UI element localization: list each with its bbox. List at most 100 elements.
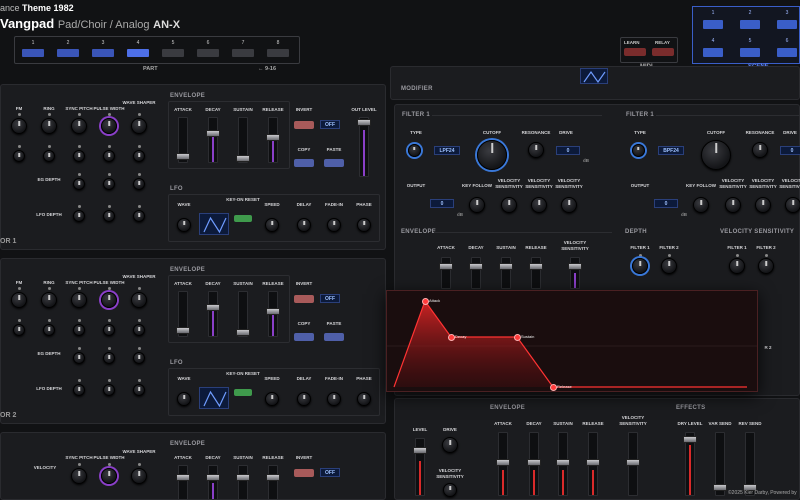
op2-ring-knob[interactable] <box>41 292 57 308</box>
env-point-decay[interactable] <box>447 333 455 341</box>
slider-handle[interactable] <box>176 153 190 161</box>
amp-env-slider-1[interactable] <box>527 432 541 496</box>
filter-env-slider-0[interactable] <box>439 257 453 289</box>
filter-env-slider-4[interactable] <box>568 257 582 289</box>
slider-handle[interactable] <box>529 263 543 270</box>
scene-button-2[interactable] <box>740 20 760 29</box>
op1-decay-slider[interactable] <box>206 117 220 163</box>
op2-lfo-delay-knob[interactable] <box>297 392 311 406</box>
slider-handle[interactable] <box>236 329 250 337</box>
depth-knob-0[interactable] <box>632 258 648 274</box>
op2-eg-knob[interactable] <box>73 324 85 336</box>
filter1-key-follow-knob[interactable] <box>469 197 485 213</box>
env-point-sustain[interactable] <box>513 333 521 341</box>
op2-lfo-speed-knob[interactable] <box>265 392 279 406</box>
filter1-resonance-knob[interactable] <box>528 142 544 158</box>
op1-lfo-depth-knob-3[interactable] <box>133 210 145 222</box>
part-button-5[interactable] <box>162 49 184 57</box>
modifier-wave-display[interactable] <box>580 68 608 84</box>
part-button-8[interactable] <box>267 49 289 57</box>
slider-handle[interactable] <box>266 133 280 141</box>
op1-invert-value[interactable]: OFF <box>320 120 340 129</box>
scene-button-5[interactable] <box>740 48 760 57</box>
scene-button-3[interactable] <box>777 20 797 29</box>
op3-invert-button[interactable] <box>294 469 314 477</box>
slider-handle[interactable] <box>499 263 513 270</box>
filter2-vel-knob-0[interactable] <box>725 197 741 213</box>
env-point-release[interactable] <box>549 383 557 391</box>
amp-env-slider-3[interactable] <box>586 432 600 496</box>
op2-lfo-depth-knob-3[interactable] <box>133 384 145 396</box>
effects-slider-2[interactable] <box>743 432 757 496</box>
op2-release-slider[interactable] <box>266 291 280 337</box>
filter1-cutoff-knob[interactable] <box>477 140 507 170</box>
patch-title[interactable]: Vangpad Pad/Choir / Analog AN-X <box>0 16 180 31</box>
op1-invert-button[interactable] <box>294 121 314 129</box>
relay-button[interactable] <box>652 48 674 56</box>
effects-slider-1[interactable] <box>713 432 727 496</box>
op2-paste-button[interactable] <box>324 333 344 341</box>
op3-env-slider-0[interactable] <box>176 465 190 500</box>
slider-handle[interactable] <box>439 263 453 270</box>
slider-handle[interactable] <box>206 303 220 311</box>
op2-eg-knob[interactable] <box>103 324 115 336</box>
op1-ring-knob[interactable] <box>41 118 57 134</box>
op3-knob-0[interactable] <box>71 468 87 484</box>
op1-lfo-wave-knob[interactable] <box>177 218 191 232</box>
amp-env-slider-4[interactable] <box>626 432 640 496</box>
filter-env-slider-1[interactable] <box>469 257 483 289</box>
slider-handle[interactable] <box>586 458 600 466</box>
part-button-2[interactable] <box>57 49 79 57</box>
op2-eg-knob-a[interactable] <box>13 324 25 336</box>
op2-eg-depth-knob-2[interactable] <box>103 352 115 364</box>
op1-copy-button[interactable] <box>294 159 314 167</box>
op2-lfo-wave-knob[interactable] <box>177 392 191 406</box>
filter2-cutoff-knob[interactable] <box>701 140 731 170</box>
slider-handle[interactable] <box>496 458 510 466</box>
slider-handle[interactable] <box>683 435 697 443</box>
slider-handle[interactable] <box>626 458 640 466</box>
op2-eg-knob[interactable] <box>43 324 55 336</box>
op1-eg-knob-a[interactable] <box>13 150 25 162</box>
op1-paste-button[interactable] <box>324 159 344 167</box>
filter1-vel-knob-1[interactable] <box>531 197 547 213</box>
env-point-attack[interactable] <box>421 297 429 305</box>
op2-pulse-width-knob[interactable] <box>101 292 117 308</box>
amp-env-slider-0[interactable] <box>496 432 510 496</box>
slider-handle[interactable] <box>556 458 570 466</box>
op2-attack-slider[interactable] <box>176 291 190 337</box>
op2-eg-depth-knob[interactable] <box>73 352 85 364</box>
filter1-type-value[interactable]: LPF24 <box>434 146 460 155</box>
filter2-vel-knob-2[interactable] <box>785 197 800 213</box>
op2-copy-button[interactable] <box>294 333 314 341</box>
op2-invert-button[interactable] <box>294 295 314 303</box>
envelope-popup[interactable]: Attack Decay Sustain Release <box>386 290 758 392</box>
depth-knob-3[interactable] <box>758 258 774 274</box>
slider-handle[interactable] <box>357 119 371 127</box>
op1-sync-pitch-knob[interactable] <box>71 118 87 134</box>
amp-vel-knob[interactable] <box>443 483 457 497</box>
slider-handle[interactable] <box>568 263 582 270</box>
scene-button-6[interactable] <box>777 48 797 57</box>
part-button-1[interactable] <box>22 49 44 57</box>
filter2-type-value[interactable]: BPF24 <box>658 146 684 155</box>
op1-wave-shaper-knob[interactable] <box>131 118 147 134</box>
filter-env-slider-2[interactable] <box>499 257 513 289</box>
slider-handle[interactable] <box>527 458 541 466</box>
part-button-4[interactable] <box>127 49 149 57</box>
op1-eg-knob[interactable] <box>43 150 55 162</box>
op2-lfo-depth-knob[interactable] <box>73 384 85 396</box>
op1-eg-depth-knob[interactable] <box>73 178 85 190</box>
effects-slider-0[interactable] <box>683 432 697 496</box>
op3-invert-value[interactable]: OFF <box>320 468 340 477</box>
op3-env-slider-2[interactable] <box>236 465 250 500</box>
filter1-drive-value[interactable]: 0 <box>556 146 580 155</box>
op1-lfo-speed-knob[interactable] <box>265 218 279 232</box>
part-button-7[interactable] <box>232 49 254 57</box>
op3-knob-2[interactable] <box>131 468 147 484</box>
op1-release-slider[interactable] <box>266 117 280 163</box>
op1-lfo-wave-display[interactable] <box>199 213 229 235</box>
op2-invert-value[interactable]: OFF <box>320 294 340 303</box>
op2-lfo-fadein-knob[interactable] <box>327 392 341 406</box>
slider-handle[interactable] <box>206 474 220 482</box>
